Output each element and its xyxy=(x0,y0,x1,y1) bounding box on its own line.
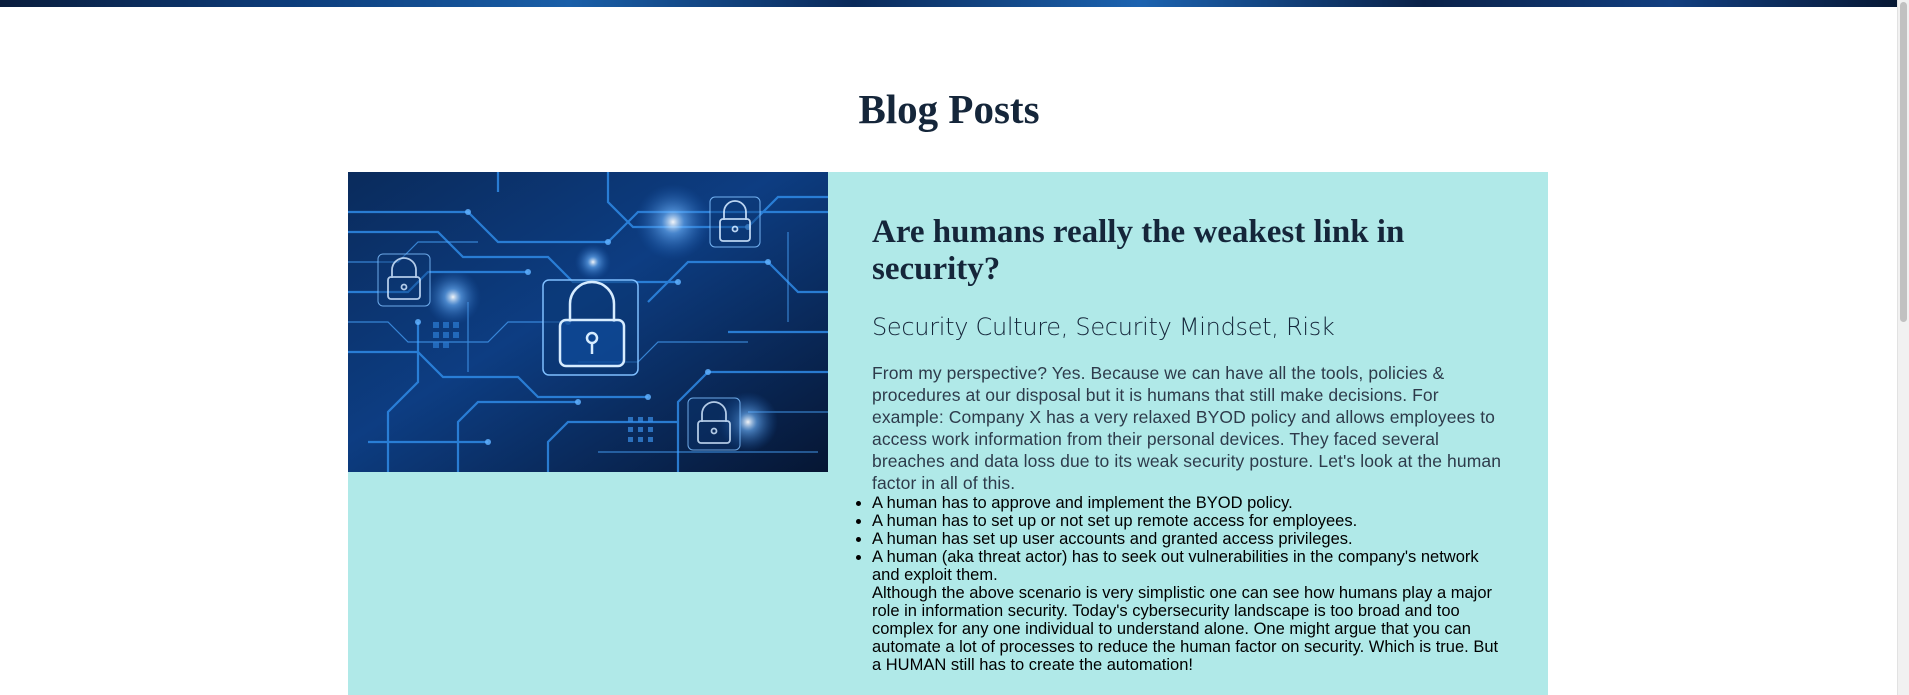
list-item: A human has to set up or not set up remo… xyxy=(872,512,1502,530)
list-item: A human has to approve and implement the… xyxy=(872,494,1502,512)
list-item: A human (aka threat actor) has to seek o… xyxy=(872,548,1502,584)
post-title[interactable]: Are humans really the weakest link in se… xyxy=(872,214,1502,288)
top-banner xyxy=(0,0,1898,7)
list-item: A human has set up user accounts and gra… xyxy=(872,530,1502,548)
post-content: Are humans really the weakest link in se… xyxy=(872,214,1502,674)
scrollbar-thumb[interactable] xyxy=(1900,2,1907,322)
blog-post-card[interactable]: Are humans really the weakest link in se… xyxy=(348,172,1548,695)
post-intro: From my perspective? Yes. Because we can… xyxy=(872,363,1502,493)
post-tags: Security Culture, Security Mindset, Risk xyxy=(872,313,1335,341)
circuit-board-padlock-image xyxy=(348,172,828,472)
page-title: Blog Posts xyxy=(858,86,1040,132)
post-bullet-list: A human has to approve and implement the… xyxy=(872,494,1502,584)
post-closing: Although the above scenario is very simp… xyxy=(872,584,1499,674)
post-image[interactable] xyxy=(348,172,828,472)
page-scrollbar[interactable] xyxy=(1897,0,1909,695)
